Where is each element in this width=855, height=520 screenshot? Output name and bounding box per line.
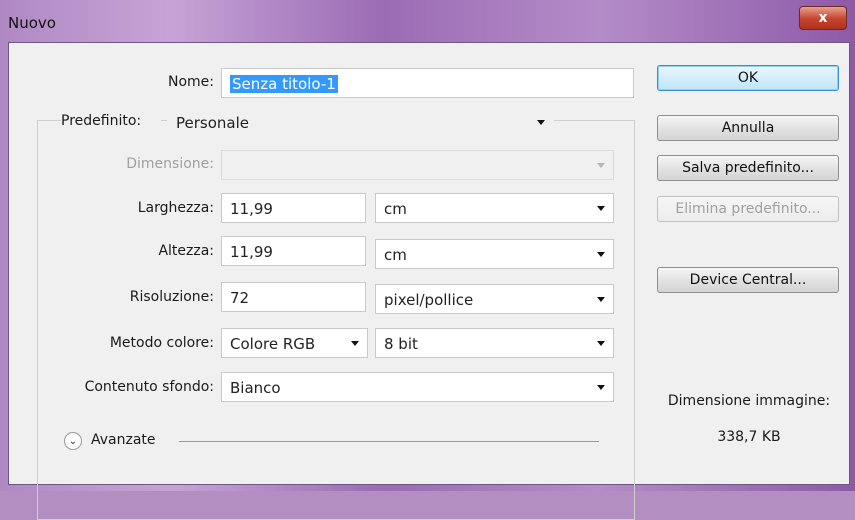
close-icon: x [818,10,828,26]
preset-label: Predefinito: [61,113,161,129]
double-chevron-down-icon: ⌄ [68,435,78,447]
height-unit-select[interactable]: cm [375,239,614,269]
title-bar[interactable]: Nuovo x [0,0,855,42]
close-button[interactable]: x [799,6,847,30]
bit-depth-select[interactable]: 8 bit [375,328,614,358]
width-input-value: 11,99 [230,200,273,218]
color-mode-label: Metodo colore: [109,335,214,351]
image-size-value: 338,7 KB [717,429,781,445]
resolution-unit-select[interactable]: pixel/pollice [375,284,614,314]
chevron-down-icon [597,385,605,390]
preset-select-value: Personale [176,114,249,132]
cancel-button[interactable]: Annulla [657,115,839,141]
resolution-label: Risoluzione: [129,289,214,305]
height-label: Altezza: [158,243,214,259]
preset-groupbox [37,120,635,520]
width-unit-value: cm [384,200,407,218]
chevron-down-icon [597,341,605,346]
width-label: Larghezza: [137,200,214,216]
height-input-value: 11,99 [230,243,273,261]
chevron-down-icon [351,341,359,346]
name-input-value: Senza titolo-1 [230,75,338,93]
name-input[interactable]: Senza titolo-1 [221,68,634,98]
chevron-down-icon [597,163,605,168]
advanced-separator [179,441,599,442]
resolution-unit-value: pixel/pollice [384,291,474,309]
name-label: Nome: [167,74,214,90]
advanced-label: Avanzate [91,432,156,448]
bit-depth-value: 8 bit [384,335,418,353]
preset-select[interactable]: Personale [167,107,554,137]
resolution-input-value: 72 [230,289,250,307]
window-title: Nuovo [8,14,56,32]
size-select[interactable] [221,150,614,180]
chevron-down-icon [597,297,605,302]
dialog-body: Nome: Senza titolo-1 Predefinito: Person… [8,42,850,520]
chevron-down-icon [597,252,605,257]
image-size-label: Dimensione immagine: [667,393,831,409]
dialog-window: Nuovo x Nome: Senza titolo-1 Predefinito… [0,0,855,520]
chevron-down-icon [537,120,545,125]
ok-button[interactable]: OK [657,65,839,91]
width-input[interactable]: 11,99 [221,193,366,223]
color-mode-select[interactable]: Colore RGB [221,328,368,358]
background-value: Bianco [230,379,281,397]
background-label: Contenuto sfondo: [84,379,214,395]
size-label: Dimensione: [126,156,214,172]
color-mode-value: Colore RGB [230,335,316,353]
height-unit-value: cm [384,246,407,264]
background-select[interactable]: Bianco [221,372,614,402]
expand-advanced-button[interactable]: ⌄ [64,432,82,450]
width-unit-select[interactable]: cm [375,193,614,223]
resolution-input[interactable]: 72 [221,282,366,312]
height-input[interactable]: 11,99 [221,236,366,266]
delete-preset-button[interactable]: Elimina predefinito... [657,196,839,222]
device-central-button[interactable]: Device Central... [657,267,839,293]
save-preset-button[interactable]: Salva predefinito... [657,155,839,181]
chevron-down-icon [597,206,605,211]
